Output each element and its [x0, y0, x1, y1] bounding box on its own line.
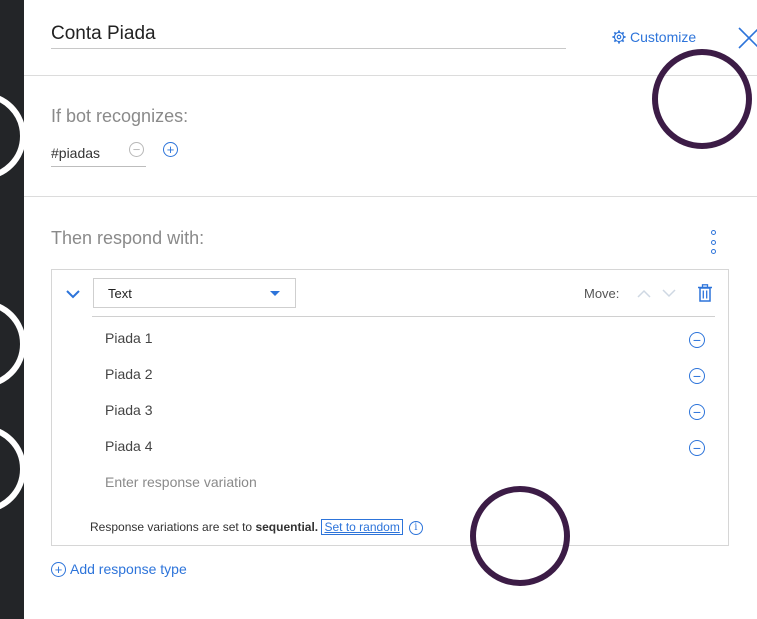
dialog-node-panel: Customize If bot recognizes: #piadas − +… [24, 0, 757, 619]
kebab-icon[interactable] [711, 230, 717, 254]
response-type-value: Text [108, 285, 132, 301]
response-variation[interactable]: Piada 3 [105, 402, 695, 418]
intent-value: #piadas [51, 145, 101, 161]
decorative-ring [0, 300, 24, 388]
header-divider [24, 75, 757, 76]
condition-divider [24, 196, 757, 197]
response-variation[interactable]: Piada 4 [105, 438, 695, 454]
remove-variation-icon[interactable]: − [689, 404, 705, 420]
dropdown-arrow-icon [270, 291, 280, 296]
gear-icon [612, 30, 626, 44]
remove-variation-icon[interactable]: − [689, 368, 705, 384]
response-variation[interactable]: Piada 1 [105, 330, 695, 346]
close-icon[interactable] [737, 26, 757, 50]
annotation-circle [652, 49, 752, 149]
remove-variation-icon[interactable]: − [689, 332, 705, 348]
plus-circle-icon: + [51, 561, 66, 577]
card-divider [92, 316, 715, 317]
arrow-down-icon[interactable] [662, 289, 676, 298]
node-title-input[interactable] [51, 20, 566, 49]
customize-button[interactable]: Customize [612, 29, 696, 45]
add-response-type-button[interactable]: + Add response type [51, 561, 187, 577]
variation-mode-footer: Response variations are set to sequentia… [90, 519, 423, 535]
move-label: Move: [584, 286, 620, 301]
set-to-random-link[interactable]: Set to random [321, 519, 403, 535]
response-label: Then respond with: [51, 228, 205, 248]
customize-label: Customize [630, 29, 697, 45]
remove-condition-icon[interactable]: − [129, 142, 144, 157]
decorative-ring [0, 425, 24, 513]
remove-variation-icon[interactable]: − [689, 440, 705, 456]
response-card: Text Move: Piada 1 − Piada 2 − Piada 3 −… [51, 269, 729, 546]
response-type-select[interactable]: Text [93, 278, 296, 308]
footer-prefix: Response variations are set to [90, 520, 253, 534]
variation-mode: sequential. [255, 520, 319, 534]
condition-label: If bot recognizes: [51, 106, 189, 126]
response-variation[interactable]: Piada 2 [105, 366, 695, 382]
add-response-type-label: Add response type [70, 561, 187, 577]
info-icon[interactable]: i [408, 520, 423, 535]
arrow-up-icon[interactable] [637, 289, 651, 298]
background-backdrop [0, 0, 24, 619]
add-condition-icon[interactable]: + [163, 142, 178, 157]
annotation-circle [470, 486, 570, 586]
decorative-ring [0, 92, 24, 180]
chevron-down-icon[interactable] [66, 289, 80, 299]
new-variation-input[interactable]: Enter response variation [105, 474, 695, 490]
trash-icon[interactable] [697, 284, 713, 302]
